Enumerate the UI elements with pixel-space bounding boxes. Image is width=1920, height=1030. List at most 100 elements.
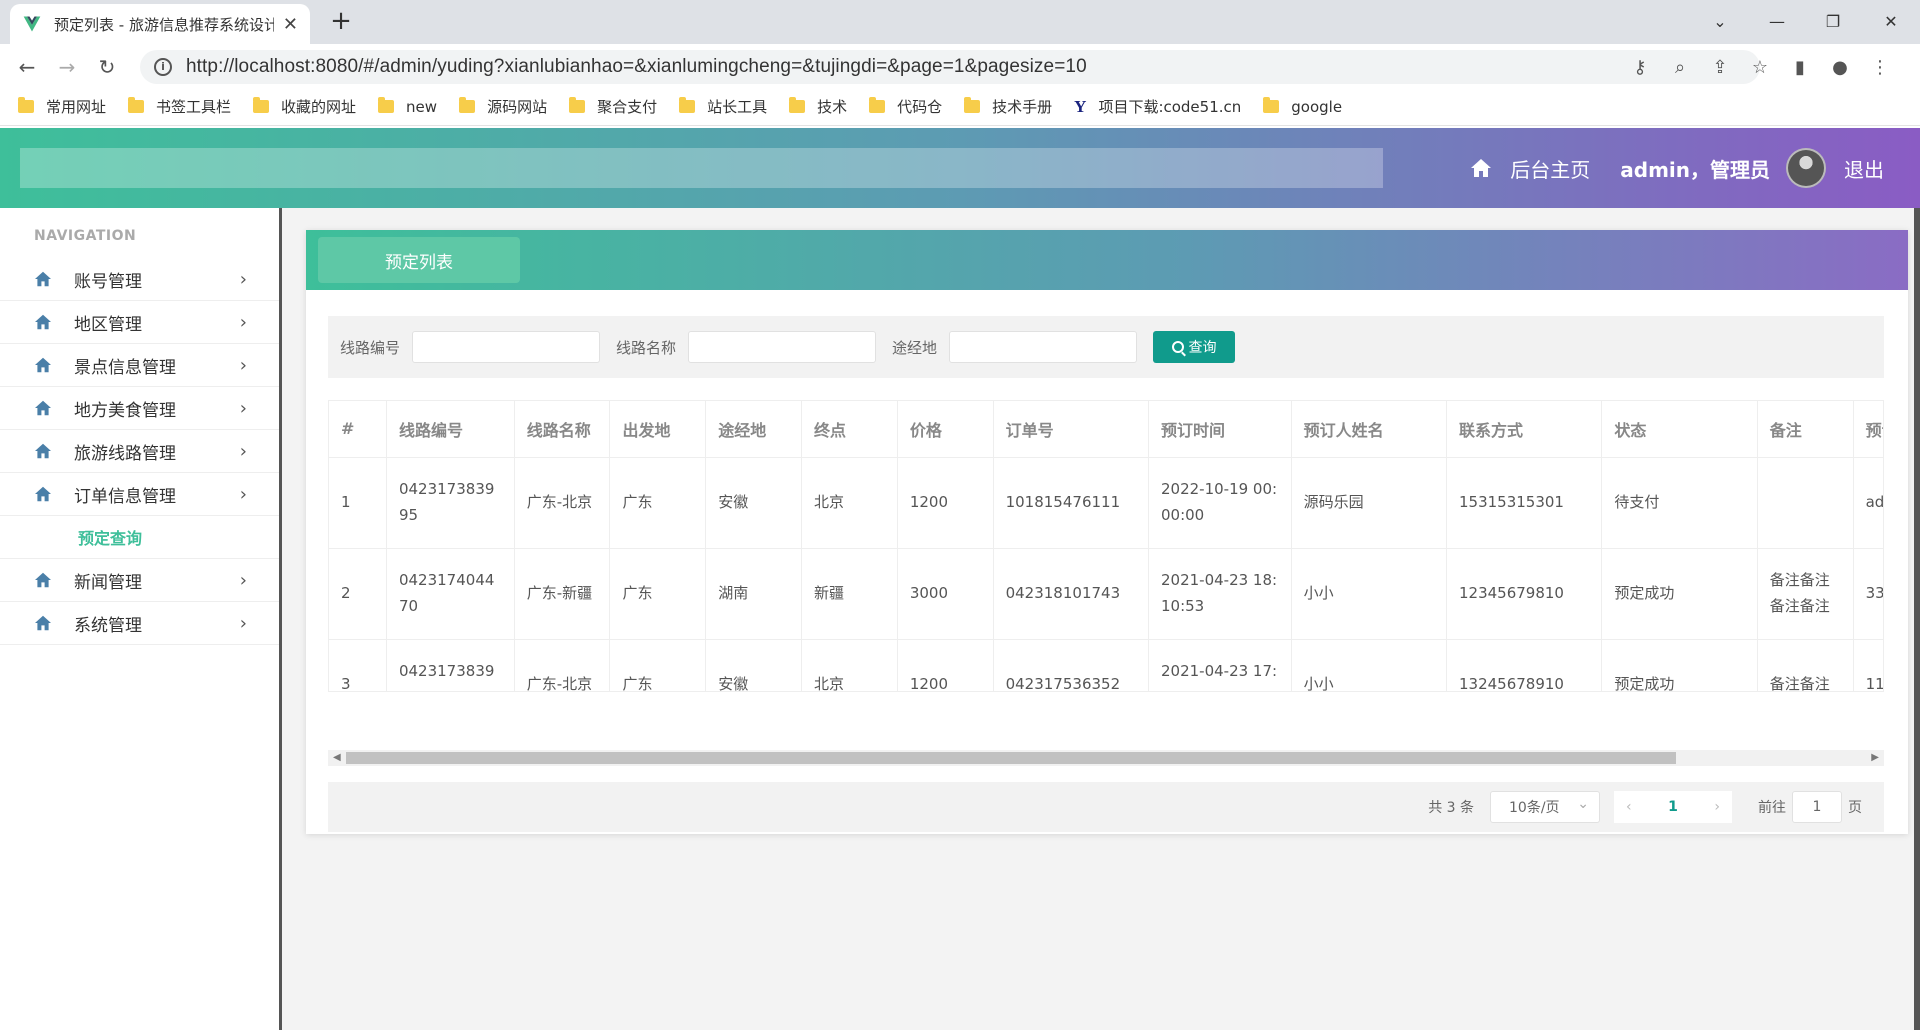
table-cell: 2 xyxy=(329,548,387,640)
home-icon xyxy=(35,400,51,416)
sidebar-item-account[interactable]: 账号管理 › xyxy=(0,258,279,301)
table-cell: 北京 xyxy=(801,457,898,549)
header-search-bar[interactable] xyxy=(20,148,1383,188)
tab-booking-list[interactable]: 预定列表 xyxy=(318,237,520,283)
via-input[interactable] xyxy=(949,331,1138,363)
home-icon xyxy=(35,572,51,588)
column-header: 线路名称 xyxy=(514,401,611,458)
minimize-icon[interactable]: — xyxy=(1752,6,1802,36)
bookmark-item[interactable]: Y 项目下载:code51.cn xyxy=(1074,96,1241,117)
scroll-right-icon[interactable]: ▶ xyxy=(1871,750,1879,766)
bookmark-item[interactable]: 书签工具栏 xyxy=(128,96,231,117)
sidebar-item-order[interactable]: 订单信息管理 › xyxy=(0,473,279,516)
table-cell: 待支付 xyxy=(1601,457,1758,549)
table-row[interactable]: 2 042317404470 广东-新疆 广东 湖南 新疆 3000 04231… xyxy=(329,548,1883,640)
horizontal-scrollbar[interactable]: ◀ ▶ xyxy=(328,750,1884,766)
table-cell: 111 xyxy=(1853,639,1883,691)
pagination: 共 3 条 10条/页 ‹ 1 › 前往 1 页 xyxy=(328,782,1884,832)
home-icon xyxy=(35,615,51,631)
goto-page-input[interactable]: 1 xyxy=(1792,791,1842,823)
restore-icon[interactable]: ❐ xyxy=(1808,6,1858,36)
column-header: 出发地 xyxy=(609,401,707,458)
home-icon xyxy=(35,357,51,373)
prev-page-icon[interactable]: ‹ xyxy=(1626,799,1632,815)
scroll-left-icon[interactable]: ◀ xyxy=(333,750,341,766)
sidebar-item-system[interactable]: 系统管理 › xyxy=(0,602,279,645)
window-close-icon[interactable]: ✕ xyxy=(1866,6,1916,36)
menu-icon[interactable]: ⋮ xyxy=(1860,57,1900,78)
new-tab-icon[interactable]: + xyxy=(326,6,356,36)
table-cell: 备注备注 xyxy=(1757,639,1854,691)
table-cell: 广东 xyxy=(609,639,707,691)
current-page[interactable]: 1 xyxy=(1668,799,1678,815)
query-button[interactable]: 查询 xyxy=(1153,331,1236,363)
forward-icon[interactable]: → xyxy=(52,52,82,82)
folder-icon xyxy=(18,97,34,113)
table-cell: 北京 xyxy=(801,639,898,691)
chevron-right-icon: › xyxy=(239,569,247,591)
folder-icon xyxy=(1263,97,1280,113)
home-icon[interactable] xyxy=(1470,158,1492,178)
bookmark-item[interactable]: 代码仓 xyxy=(869,96,942,117)
browser-tab[interactable]: 预定列表 - 旅游信息推荐系统设计 ✕ xyxy=(10,4,310,44)
table-row[interactable]: 3 042317383995 广东-北京 广东 安徽 北京 1200 04231… xyxy=(329,639,1883,691)
bookmark-item[interactable]: 常用网址 xyxy=(18,96,106,117)
scrollbar-thumb[interactable] xyxy=(346,752,1676,764)
tab-search-chevron-icon[interactable]: ⌄ xyxy=(1695,6,1745,36)
table-cell: 广东 xyxy=(609,548,707,640)
table-cell: 12345679810 xyxy=(1446,548,1603,640)
total-count: 共 3 条 xyxy=(1428,800,1474,816)
reload-icon[interactable]: ↻ xyxy=(92,52,122,82)
avatar[interactable] xyxy=(1786,148,1826,188)
bookmarks-bar: 常用网址 书签工具栏 收藏的网址 new 源码网站 聚合支付 站长工具 技术 代… xyxy=(0,88,1920,126)
bookmark-item[interactable]: 技术手册 xyxy=(964,96,1052,117)
tab-close-icon[interactable]: ✕ xyxy=(283,14,298,35)
zoom-icon[interactable]: ⌕ xyxy=(1660,57,1700,78)
folder-icon xyxy=(128,97,145,113)
site-info-icon[interactable]: i xyxy=(154,58,172,76)
bookmark-item[interactable]: google xyxy=(1263,97,1342,116)
sidebar-item-route[interactable]: 旅游线路管理 › xyxy=(0,430,279,473)
table-cell: 湖南 xyxy=(705,548,803,640)
bookmark-item[interactable]: 收藏的网址 xyxy=(253,96,356,117)
sidebar-item-scenic[interactable]: 景点信息管理 › xyxy=(0,344,279,387)
page-size-select[interactable]: 10条/页 xyxy=(1490,791,1600,823)
table-cell: 042317383995 xyxy=(386,457,515,549)
profile-icon[interactable]: ● xyxy=(1820,57,1860,78)
sidebar-item-news[interactable]: 新闻管理 › xyxy=(0,559,279,602)
table-cell: 1 xyxy=(329,457,387,549)
booking-table: # 线路编号 线路名称 出发地 途经地 终点 价格 订单号 预订时间 预订人姓名… xyxy=(329,401,1883,691)
table-cell: 1200 xyxy=(897,457,994,549)
page-buttons: ‹ 1 › xyxy=(1614,791,1732,823)
admin-home-link[interactable]: 后台主页 xyxy=(1510,154,1590,183)
vue-logo-icon xyxy=(23,16,41,32)
table-cell: 备注备注备注备注 xyxy=(1757,548,1854,640)
column-header: 线路编号 xyxy=(386,401,515,458)
url-input[interactable]: i http://localhost:8080/#/admin/yuding?x… xyxy=(140,50,1760,84)
next-page-icon[interactable]: › xyxy=(1714,799,1720,815)
logout-link[interactable]: 退出 xyxy=(1844,154,1884,183)
filter-bar: 线路编号 线路名称 途经地 查询 xyxy=(328,316,1884,378)
key-icon[interactable]: ⚷ xyxy=(1620,57,1660,78)
route-name-input[interactable] xyxy=(688,331,877,363)
folder-icon xyxy=(459,97,476,113)
bookmark-item[interactable]: new xyxy=(378,97,437,116)
sidebar-subitem-booking-query[interactable]: 预定查询 xyxy=(0,516,279,559)
bookmark-item[interactable]: 技术 xyxy=(789,96,847,117)
table-cell: 3000 xyxy=(897,548,994,640)
sidepanel-icon[interactable]: ▮ xyxy=(1780,57,1820,78)
sidebar-item-region[interactable]: 地区管理 › xyxy=(0,301,279,344)
back-icon[interactable]: ← xyxy=(12,52,42,82)
bookmark-item[interactable]: 聚合支付 xyxy=(569,96,657,117)
table-cell: 源码乐园 xyxy=(1291,457,1448,549)
booking-table-wrapper: # 线路编号 线路名称 出发地 途经地 终点 价格 订单号 预订时间 预订人姓名… xyxy=(328,400,1884,692)
toolbar-icons: ⚷ ⌕ ⇪ ☆ ▮ ● ⋮ xyxy=(1620,50,1900,84)
bookmark-item[interactable]: 站长工具 xyxy=(679,96,767,117)
sidebar-item-food[interactable]: 地方美食管理 › xyxy=(0,387,279,430)
bookmark-item[interactable]: 源码网站 xyxy=(459,96,547,117)
table-cell: 2021-04-23 18:10:53 xyxy=(1148,548,1292,640)
share-icon[interactable]: ⇪ xyxy=(1700,57,1740,78)
table-row[interactable]: 1 042317383995 广东-北京 广东 安徽 北京 1200 10181… xyxy=(329,457,1883,549)
bookmark-star-icon[interactable]: ☆ xyxy=(1740,57,1780,78)
route-no-input[interactable] xyxy=(412,331,601,363)
